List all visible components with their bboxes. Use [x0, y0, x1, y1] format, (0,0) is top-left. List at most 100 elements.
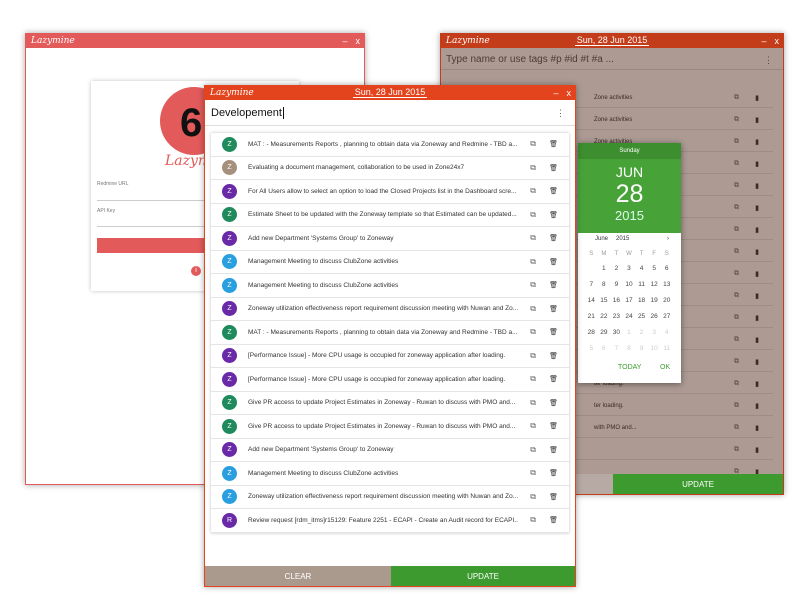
calendar-day[interactable]: 5 — [648, 260, 661, 276]
calendar-day[interactable]: 20 — [660, 292, 673, 308]
issue-row[interactable]: Z Give PR access to update Project Estima… — [211, 392, 569, 415]
update-button[interactable]: UPDATE — [613, 474, 783, 494]
calendar-day[interactable]: 3 — [623, 260, 636, 276]
delete-icon[interactable]: 🗑 — [549, 375, 558, 383]
date-selector[interactable]: Sun, 28 Jun 2015 — [352, 87, 428, 98]
selected-year[interactable]: 2015 — [578, 208, 681, 223]
issue-row[interactable]: Z Management Meeting to discuss ClubZone … — [211, 274, 569, 298]
open-external-icon[interactable]: ⧉ — [530, 186, 536, 196]
calendar-day[interactable]: 15 — [598, 292, 611, 308]
issue-row[interactable]: Z Zoneway utilization effectiveness repor… — [211, 486, 569, 509]
minimize-button[interactable]: – — [553, 88, 558, 98]
open-external-icon[interactable]: ⧉ — [530, 327, 536, 337]
open-external-icon[interactable]: ⧉ — [530, 280, 536, 290]
delete-icon[interactable]: 🗑 — [549, 516, 558, 524]
calendar-day[interactable]: 12 — [648, 276, 661, 292]
delete-icon[interactable]: 🗑 — [549, 281, 558, 289]
issue-row[interactable]: Z Zoneway utilization effectiveness repor… — [211, 298, 569, 321]
calendar-day[interactable]: 25 — [635, 308, 648, 324]
clear-button[interactable]: CLEAR — [205, 566, 391, 586]
open-external-icon[interactable]: ⧉ — [530, 257, 536, 267]
calendar-day[interactable]: 1 — [623, 324, 636, 340]
open-external-icon[interactable]: ⧉ — [530, 468, 536, 478]
calendar-day[interactable]: 18 — [635, 292, 648, 308]
calendar-day[interactable]: 10 — [623, 276, 636, 292]
calendar-day[interactable]: 28 — [585, 324, 598, 340]
calendar-day[interactable]: 14 — [585, 292, 598, 308]
delete-icon[interactable]: 🗑 — [549, 234, 558, 242]
delete-icon[interactable]: 🗑 — [549, 258, 558, 266]
calendar-day[interactable]: 17 — [623, 292, 636, 308]
issue-row[interactable]: Z MAT : - Measurements Reports , planning… — [211, 133, 569, 157]
open-external-icon[interactable]: ⧉ — [530, 163, 536, 173]
delete-icon[interactable]: 🗑 — [549, 164, 558, 172]
delete-icon[interactable]: 🗑 — [549, 469, 558, 477]
today-button[interactable]: TODAY — [618, 364, 641, 371]
delete-icon[interactable]: 🗑 — [549, 187, 558, 195]
open-external-icon[interactable]: ⧉ — [530, 492, 536, 502]
calendar-day[interactable]: 8 — [623, 340, 636, 356]
calendar-day[interactable]: 9 — [635, 340, 648, 356]
update-button[interactable]: UPDATE — [391, 566, 575, 586]
minimize-button[interactable]: – — [342, 36, 347, 46]
issue-row[interactable]: Z [Performance Issue] - More CPU usage is… — [211, 345, 569, 368]
issue-row[interactable]: Z Add new Department 'Systems Group' to Z… — [211, 439, 569, 462]
calendar-day[interactable]: 8 — [598, 276, 611, 292]
calendar-day[interactable]: 11 — [635, 276, 648, 292]
close-button[interactable]: x — [356, 36, 361, 46]
ok-button[interactable]: OK — [660, 364, 670, 371]
delete-icon[interactable]: 🗑 — [549, 422, 558, 430]
calendar-day[interactable]: 27 — [660, 308, 673, 324]
open-external-icon[interactable]: ⧉ — [530, 374, 536, 384]
calendar-day[interactable]: 1 — [598, 260, 611, 276]
next-month-icon[interactable]: › — [667, 236, 669, 242]
title-bar[interactable]: Lazymine – x — [26, 34, 364, 48]
selected-day[interactable]: 28 — [578, 180, 681, 208]
title-bar[interactable]: Lazymine Sun, 28 Jun 2015 – x — [441, 34, 783, 48]
calendar-day[interactable]: 4 — [660, 324, 673, 340]
calendar-day[interactable]: 4 — [635, 260, 648, 276]
open-external-icon[interactable]: ⧉ — [530, 210, 536, 220]
calendar-day[interactable]: 24 — [623, 308, 636, 324]
delete-icon[interactable]: 🗑 — [549, 305, 558, 313]
delete-icon[interactable]: 🗑 — [549, 399, 558, 407]
info-icon[interactable]: i — [191, 266, 201, 276]
issue-row[interactable]: Z Management Meeting to discuss ClubZone … — [211, 462, 569, 486]
issue-row[interactable]: Z Management Meeting to discuss ClubZone … — [211, 251, 569, 274]
delete-icon[interactable]: 🗑 — [549, 328, 558, 336]
calendar-day[interactable]: 2 — [610, 260, 623, 276]
date-selector[interactable]: Sun, 28 Jun 2015 — [574, 35, 650, 46]
calendar-day[interactable]: 11 — [660, 340, 673, 356]
issue-row[interactable]: Z Give PR access to update Project Estima… — [211, 415, 569, 439]
delete-icon[interactable]: 🗑 — [549, 352, 558, 360]
calendar-day[interactable]: 2 — [635, 324, 648, 340]
delete-icon[interactable]: 🗑 — [549, 446, 558, 454]
open-external-icon[interactable]: ⧉ — [530, 398, 536, 408]
calendar-day[interactable]: 9 — [610, 276, 623, 292]
issue-row[interactable]: Z For All Users allow to select an option… — [211, 180, 569, 204]
issue-row[interactable]: Z MAT : - Measurements Reports , planning… — [211, 321, 569, 345]
title-bar[interactable]: Lazymine Sun, 28 Jun 2015 – x — [205, 86, 575, 100]
open-external-icon[interactable]: ⧉ — [530, 304, 536, 314]
issue-row[interactable]: Z Estimate Sheet to be updated with the Z… — [211, 204, 569, 227]
calendar-day[interactable]: 16 — [610, 292, 623, 308]
calendar-day[interactable]: 22 — [598, 308, 611, 324]
delete-icon[interactable]: 🗑 — [549, 211, 558, 219]
open-external-icon[interactable]: ⧉ — [530, 139, 536, 149]
delete-icon[interactable]: 🗑 — [549, 140, 558, 148]
issue-row[interactable]: Z Evaluating a document management, colla… — [211, 157, 569, 180]
calendar-day[interactable]: 6 — [660, 260, 673, 276]
calendar-day[interactable]: 19 — [648, 292, 661, 308]
minimize-button[interactable]: – — [761, 36, 766, 46]
open-external-icon[interactable]: ⧉ — [530, 421, 536, 431]
issue-row[interactable]: Z Add new Department 'Systems Group' to Z… — [211, 227, 569, 251]
calendar-day[interactable]: 23 — [610, 308, 623, 324]
open-external-icon[interactable]: ⧉ — [530, 515, 536, 525]
calendar-day[interactable]: 7 — [585, 276, 598, 292]
calendar-day[interactable]: 7 — [610, 340, 623, 356]
open-external-icon[interactable]: ⧉ — [530, 445, 536, 455]
calendar-day[interactable]: 21 — [585, 308, 598, 324]
issue-row[interactable]: R Review request [rdm_itms]r15129: Featur… — [211, 509, 569, 533]
search-input[interactable]: Developement ⋮ — [205, 100, 575, 126]
calendar-day[interactable]: 13 — [660, 276, 673, 292]
